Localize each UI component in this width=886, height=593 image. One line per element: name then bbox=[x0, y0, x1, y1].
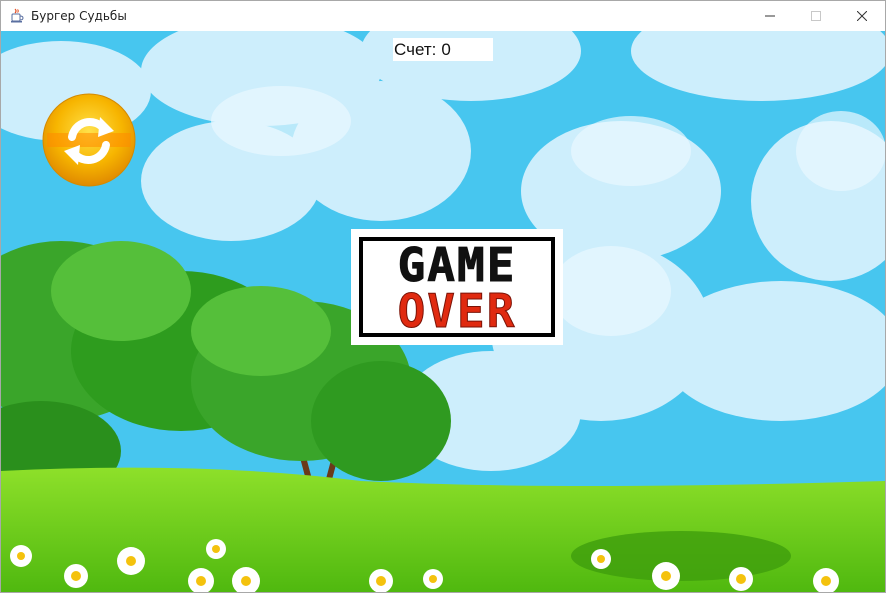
title-bar: Бургер Судьбы bbox=[1, 1, 885, 31]
game-canvas[interactable]: Счет: 0 GAME OVER bbox=[1, 31, 885, 592]
window-controls bbox=[747, 1, 885, 31]
minimize-button[interactable] bbox=[747, 1, 793, 31]
score-display: Счет: 0 bbox=[393, 38, 493, 61]
game-over-panel: GAME OVER bbox=[351, 229, 563, 345]
game-window: Бургер Судьбы Счет: 0 GAME OVER bbox=[0, 0, 886, 593]
game-over-line2: OVER bbox=[398, 284, 517, 338]
minimize-icon bbox=[765, 11, 775, 21]
score-label: Счет: bbox=[394, 40, 437, 59]
score-value: 0 bbox=[441, 40, 451, 59]
close-button[interactable] bbox=[839, 1, 885, 31]
maximize-button[interactable] bbox=[793, 1, 839, 31]
refresh-icon bbox=[42, 93, 136, 191]
maximize-icon bbox=[811, 11, 821, 21]
close-icon bbox=[857, 11, 867, 21]
restart-button[interactable] bbox=[42, 93, 136, 187]
window-title: Бургер Судьбы bbox=[31, 9, 127, 23]
java-cup-icon bbox=[9, 8, 25, 24]
